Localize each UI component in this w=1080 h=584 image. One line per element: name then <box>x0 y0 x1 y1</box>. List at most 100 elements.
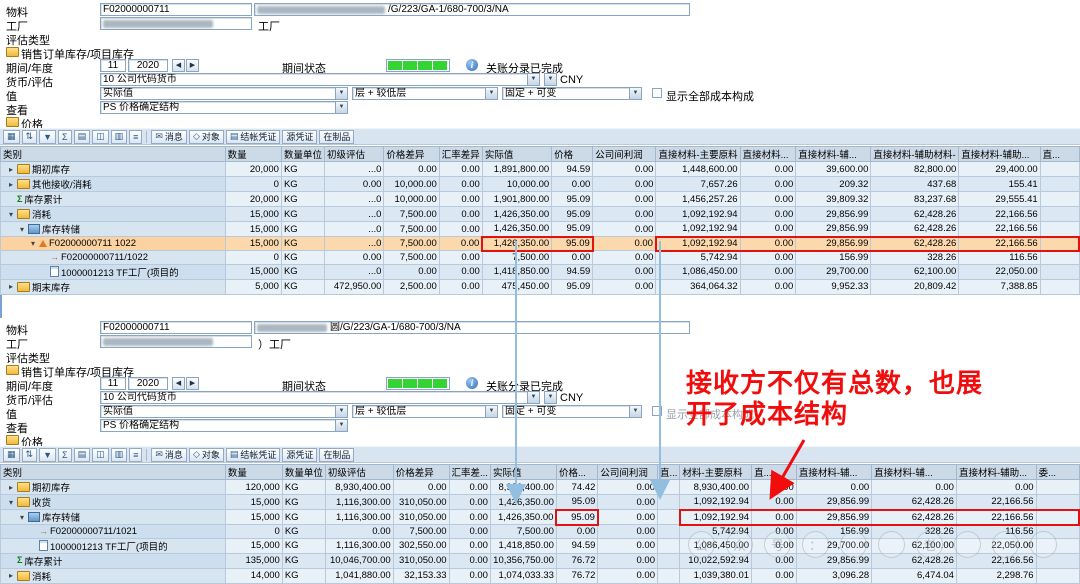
layer-select[interactable]: 层 + 较低层 <box>352 405 498 418</box>
source-document-button[interactable]: 源凭证 <box>282 448 317 462</box>
category-cell[interactable]: F02000000711/1021 <box>1 525 226 539</box>
category-cell[interactable]: 库存累计 <box>1 192 226 207</box>
closing-document-button[interactable]: ▤结帐凭证 <box>226 448 281 462</box>
messages-button[interactable]: ✉消息 <box>151 130 187 144</box>
category-cell[interactable]: ▾库存转储 <box>1 510 226 525</box>
dropdown-arrow-icon[interactable] <box>629 406 641 417</box>
material-input[interactable]: F02000000711 <box>100 321 252 334</box>
layout-icon[interactable]: ▦ <box>3 448 20 462</box>
material-desc-field[interactable]: /G/223/GA-1/680-700/3/NA <box>254 3 690 16</box>
category-cell[interactable]: ▾F02000000711 1022 <box>1 237 226 251</box>
year-input[interactable]: 2020 <box>128 377 168 390</box>
expand-icon[interactable]: ▸ <box>7 180 15 189</box>
column-header[interactable]: 类别 <box>1 465 226 480</box>
closing-document-button[interactable]: ▤结帐凭证 <box>226 130 281 144</box>
value-select[interactable]: 实际值 <box>100 405 348 418</box>
table-row[interactable]: ▾库存转储15,000KG1,116,300.00310,050.000.001… <box>1 510 1080 525</box>
sum-icon[interactable]: Σ <box>58 448 72 462</box>
plant-input[interactable] <box>100 335 252 348</box>
category-cell[interactable]: ▾收货 <box>1 495 226 510</box>
dropdown-arrow-icon[interactable] <box>527 392 539 403</box>
collapse-icon[interactable]: ▾ <box>18 225 26 234</box>
column-header[interactable]: 直接材料-辅... <box>872 465 957 480</box>
layer-select[interactable]: 层 + 较低层 <box>352 87 498 100</box>
table-row[interactable]: ▾库存转储15,000KG...07,500.000.001,426,350.0… <box>1 222 1080 237</box>
next-period-button[interactable] <box>186 59 199 72</box>
category-cell[interactable]: ▸其他接收/消耗 <box>1 177 226 192</box>
chart-icon[interactable]: ▥ <box>111 130 128 144</box>
column-header[interactable]: 材料-主要原料 <box>680 465 752 480</box>
dropdown-arrow-icon[interactable] <box>335 420 347 431</box>
column-header[interactable]: 直接材料-主要原料 <box>656 147 740 162</box>
category-cell[interactable]: F02000000711/1022 <box>1 251 226 265</box>
column-header[interactable]: 实际值 <box>490 465 556 480</box>
period-input[interactable]: 11 <box>100 377 126 390</box>
column-header[interactable]: 汇率差... <box>449 465 490 480</box>
sort-icon[interactable]: ⇅ <box>22 130 38 144</box>
category-cell[interactable]: ▾库存转储 <box>1 222 226 237</box>
wip-button[interactable]: 在制品 <box>319 448 354 462</box>
previous-period-button[interactable] <box>172 59 185 72</box>
table-row[interactable]: F02000000711/10220KG0.007,500.000.007,50… <box>1 251 1080 265</box>
expand-icon[interactable]: ▸ <box>7 483 15 492</box>
dropdown-arrow-icon[interactable] <box>485 88 497 99</box>
column-header[interactable]: 初级评估 <box>325 465 393 480</box>
table-row[interactable]: ▾F02000000711 102215,000KG...07,500.000.… <box>1 237 1080 251</box>
collapse-icon[interactable]: ▾ <box>18 513 26 522</box>
material-desc-field[interactable]: 圆/G/223/GA-1/680-700/3/NA <box>254 321 690 334</box>
year-input[interactable]: 2020 <box>128 59 168 72</box>
plant-input[interactable] <box>100 17 252 30</box>
column-header[interactable]: 公司间利润 <box>593 147 656 162</box>
column-header[interactable]: 数量 <box>225 147 281 162</box>
column-header[interactable]: 初级评估 <box>324 147 383 162</box>
cost-type-select[interactable]: 固定 + 可变 <box>502 405 642 418</box>
column-header[interactable]: 直接材料-辅助... <box>959 147 1040 162</box>
messages-button[interactable]: ✉消息 <box>151 448 187 462</box>
column-header[interactable]: 数量 <box>225 465 282 480</box>
column-header[interactable]: 汇率差异 <box>439 147 482 162</box>
category-cell[interactable]: ▸期初库存 <box>1 480 226 495</box>
chart-icon[interactable]: ▥ <box>111 448 128 462</box>
column-header[interactable]: 直接材料... <box>740 147 796 162</box>
settings-icon[interactable]: ≡ <box>129 448 142 462</box>
objects-button[interactable]: ◇对象 <box>189 130 224 144</box>
table-row[interactable]: ▸其他接收/消耗0KG0.0010,000.000.0010,000.000.0… <box>1 177 1080 192</box>
show-all-checkbox[interactable] <box>652 406 662 416</box>
column-header[interactable]: 直接材料-辅... <box>796 147 871 162</box>
table-row[interactable]: ▸期末库存5,000KG472,950.002,500.000.00475,45… <box>1 279 1080 294</box>
category-cell[interactable]: 库存累计 <box>1 553 226 568</box>
export-icon[interactable]: ◫ <box>92 448 109 462</box>
column-header[interactable]: 公司间利润 <box>598 465 658 480</box>
column-header[interactable]: 价格差异 <box>384 147 439 162</box>
period-input[interactable]: 11 <box>100 59 126 72</box>
sort-icon[interactable]: ⇅ <box>22 448 38 462</box>
column-header[interactable]: 直接材料-辅... <box>796 465 871 480</box>
table-row[interactable]: ▸期初库存20,000KG...00.000.001,891,800.0094.… <box>1 162 1080 177</box>
previous-period-button[interactable] <box>172 377 185 390</box>
view-select[interactable]: PS 价格确定结构 <box>100 101 348 114</box>
collapse-icon[interactable]: ▾ <box>7 498 15 507</box>
sum-icon[interactable]: Σ <box>58 130 72 144</box>
table-row[interactable]: ▾消耗15,000KG...07,500.000.001,426,350.009… <box>1 207 1080 222</box>
category-cell[interactable]: ▾消耗 <box>1 207 226 222</box>
value-select[interactable]: 实际值 <box>100 87 348 100</box>
info-button[interactable] <box>466 59 478 71</box>
table-row[interactable]: ▾收货15,000KG1,116,300.00310,050.000.001,4… <box>1 495 1080 510</box>
table-row[interactable]: 1000001213 TF工厂(项目的15,000KG...00.000.001… <box>1 264 1080 279</box>
filter-icon[interactable]: ▼ <box>39 448 56 462</box>
layout-icon[interactable]: ▦ <box>3 130 20 144</box>
table-row[interactable]: 库存累计20,000KG...010,000.000.001,901,800.0… <box>1 192 1080 207</box>
dropdown-arrow-icon[interactable] <box>335 88 347 99</box>
dropdown-arrow-icon[interactable] <box>335 102 347 113</box>
cost-type-select[interactable]: 固定 + 可变 <box>502 87 642 100</box>
column-header[interactable]: 直接材料-辅助材料- <box>871 147 959 162</box>
print-icon[interactable]: ▤ <box>74 130 91 144</box>
next-period-button[interactable] <box>186 377 199 390</box>
wip-button[interactable]: 在制品 <box>319 130 354 144</box>
column-header[interactable]: 委... <box>1036 465 1079 480</box>
expand-icon[interactable]: ▸ <box>7 282 15 291</box>
dropdown-arrow-icon[interactable] <box>485 406 497 417</box>
collapse-icon[interactable]: ▾ <box>29 239 37 248</box>
print-icon[interactable]: ▤ <box>74 448 91 462</box>
category-cell[interactable]: 1000001213 TF工厂(项目的 <box>1 538 226 553</box>
